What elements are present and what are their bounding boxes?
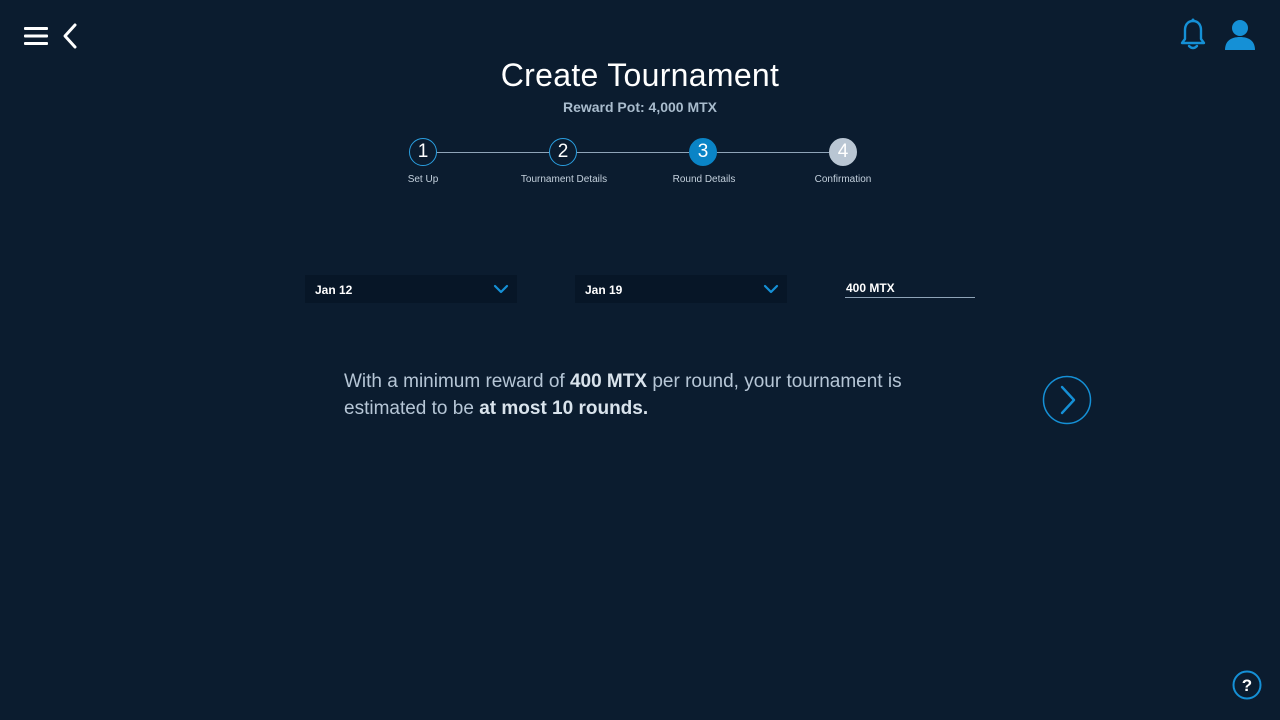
start-date-value: Jan 12 xyxy=(315,283,353,297)
step-4-label: Confirmation xyxy=(814,174,872,185)
create-tournament-page: Create Tournament Reward Pot: 4,000 MTX … xyxy=(0,0,1280,720)
step-connector xyxy=(716,152,829,153)
chevron-right-icon xyxy=(1060,385,1076,415)
step-1-circle[interactable]: 1 xyxy=(409,138,437,166)
chevron-down-icon xyxy=(493,284,509,294)
step-3-label: Round Details xyxy=(672,174,736,185)
chevron-down-icon xyxy=(763,284,779,294)
start-date-select[interactable]: Jan 12 xyxy=(305,275,517,303)
step-connector xyxy=(436,152,549,153)
minimum-reward-input[interactable] xyxy=(845,280,975,298)
next-step-button[interactable] xyxy=(1042,375,1092,425)
progress-stepper: 1 2 3 4 Set Up Tournament Details Round … xyxy=(0,0,1280,200)
summary-reward-amount: 400 MTX xyxy=(569,371,648,392)
end-date-select[interactable]: Jan 19 xyxy=(575,275,787,303)
step-1-label: Set Up xyxy=(407,174,439,185)
summary-text: With a minimum reward of xyxy=(344,371,570,392)
step-2-label: Tournament Details xyxy=(520,174,608,185)
step-3-circle: 3 xyxy=(689,138,717,166)
step-connector xyxy=(576,152,689,153)
summary-round-estimate: at most 10 rounds. xyxy=(479,398,649,419)
end-date-value: Jan 19 xyxy=(585,283,623,297)
help-button[interactable]: ? xyxy=(1232,670,1262,700)
question-mark-icon: ? xyxy=(1242,676,1252,695)
round-estimate-summary: With a minimum reward of 400 MTX per rou… xyxy=(344,368,964,422)
step-2-circle[interactable]: 2 xyxy=(549,138,577,166)
step-4-circle: 4 xyxy=(829,138,857,166)
